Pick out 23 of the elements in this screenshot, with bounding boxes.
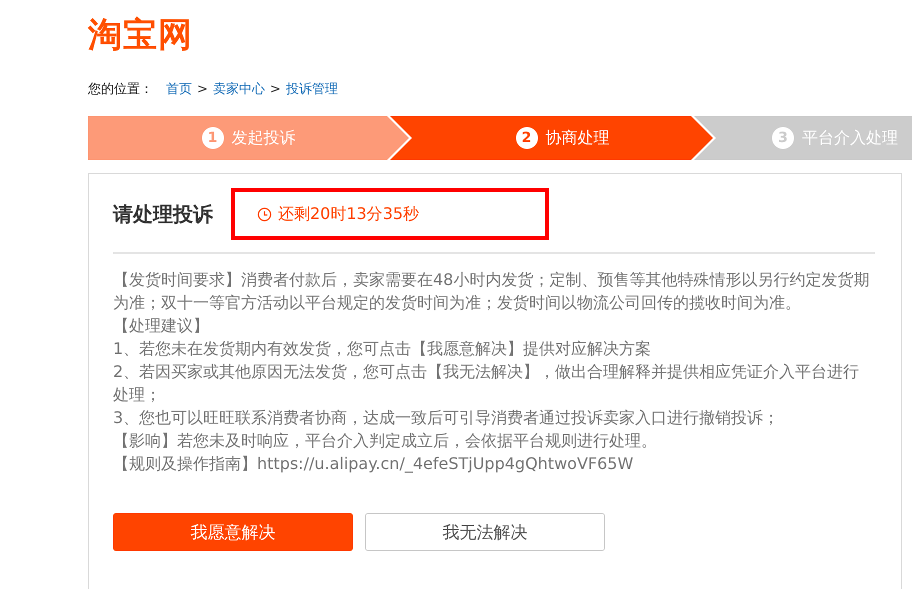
resolve-button[interactable]: 我愿意解决 (113, 513, 353, 551)
breadcrumb-separator: > (270, 82, 281, 96)
logo: 淘宝网 (88, 14, 193, 56)
instruction-text: 【发货时间要求】消费者付款后，卖家需要在48小时内发货；定制、预售等其他特殊情形以另行约定发货期为准；双十一等官方活动以平台规定的发货时间为准；发货时间以物流公司回传的揽收时间为准。 (113, 269, 870, 314)
step-number: 1 (202, 127, 224, 149)
breadcrumb-link[interactable]: 首页 (166, 80, 192, 98)
step-label: 协商处理 (546, 128, 610, 148)
instruction-text: 【规则及操作指南】https://u.alipay.cn/_4efeSTjUpp4gQhtwoVF65W (113, 453, 634, 475)
instruction-text: 2、若因买家或其他原因无法发货，您可点击【我无法解决】，做出合理解释并提供相应凭证介入平台进行处理； (113, 361, 860, 406)
step-label: 发起投诉 (232, 128, 296, 148)
clock-icon (257, 206, 272, 222)
countdown-text: 还剩20时13分35秒 (278, 204, 420, 224)
instruction-text: 1、若您未在发货期内有效发货，您可点击【我愿意解决】提供对应解决方案 (113, 338, 652, 360)
breadcrumb-link[interactable]: 投诉管理 (286, 80, 338, 98)
breadcrumb-label: 您的位置： (88, 81, 153, 98)
panel-title: 请处理投诉 (113, 200, 213, 228)
breadcrumb-link[interactable]: 卖家中心 (212, 80, 265, 98)
instruction-text: 【处理建议】 (113, 315, 210, 337)
step-number: 2 (516, 127, 538, 149)
resolve-button[interactable]: 我无法解决 (365, 513, 605, 551)
instruction-text: 【影响】若您未及时响应，平台介入判定成立后，会依据平台规则进行处理。 (113, 430, 658, 452)
breadcrumb-separator: > (197, 82, 208, 96)
instruction-text: 3、您也可以旺旺联系消费者协商，达成一致后可引导消费者通过投诉卖家入口进行撤销投诉； (113, 407, 780, 429)
